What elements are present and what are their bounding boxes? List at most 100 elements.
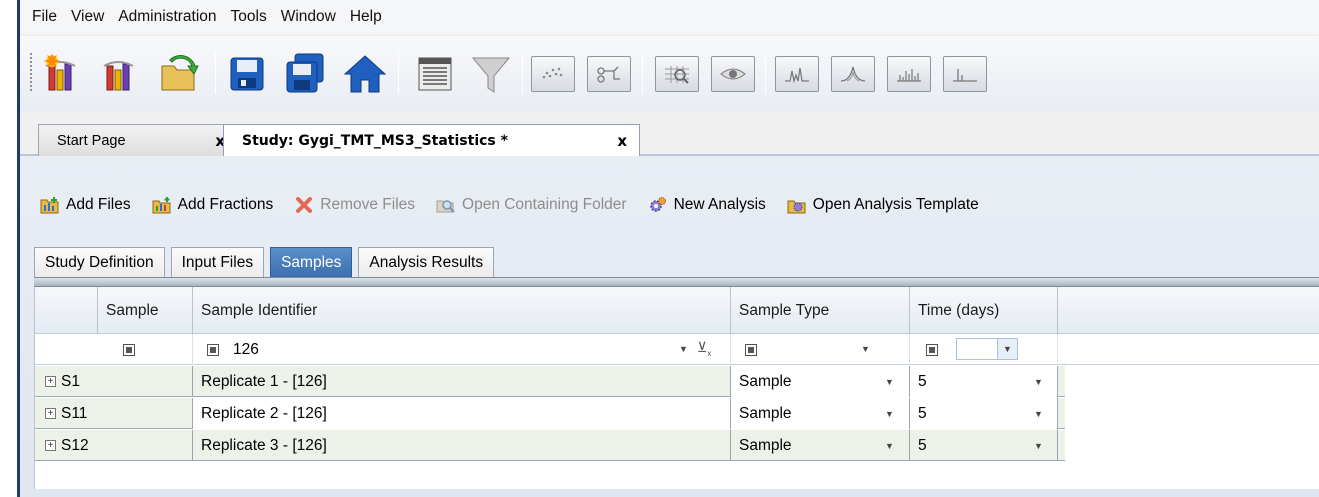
open-study-icon: [103, 61, 134, 91]
eye-view-button[interactable]: [708, 50, 758, 98]
open-folder-button[interactable]: [155, 50, 205, 98]
chevron-down-icon[interactable]: ▼: [997, 339, 1017, 359]
menu-administration[interactable]: Administration: [118, 8, 216, 26]
time-filter-input[interactable]: ▼: [956, 338, 1018, 360]
cell-sample-type[interactable]: Sample ▼: [731, 398, 910, 429]
remove-x-icon: [294, 195, 314, 215]
workflow-icon: [587, 56, 631, 92]
chevron-down-icon[interactable]: ▼: [1034, 441, 1043, 451]
cell-time-days[interactable]: 5 ▼: [910, 366, 1058, 397]
cell-time-days[interactable]: 5 ▼: [910, 398, 1058, 429]
toolbar-separator: [398, 52, 399, 94]
home-button[interactable]: [340, 50, 390, 98]
cell-sample-type[interactable]: Sample ▼: [731, 366, 910, 397]
new-study-button[interactable]: [38, 50, 88, 98]
add-fractions-button[interactable]: Add Fractions: [152, 195, 273, 215]
filter-operator-icon[interactable]: [207, 343, 219, 356]
save-icon: [230, 57, 264, 91]
histogram-button[interactable]: [884, 50, 934, 98]
table-view-icon: [418, 57, 452, 91]
scatter-plot-button[interactable]: [528, 50, 578, 98]
cell-sample-type[interactable]: Sample ▼: [731, 430, 910, 461]
chevron-down-icon[interactable]: ▼: [885, 441, 894, 451]
chevron-down-icon[interactable]: ▼: [679, 344, 688, 354]
eye-view-icon: [711, 56, 755, 92]
chevron-down-icon[interactable]: ▼: [1034, 377, 1043, 387]
filter-operator-icon[interactable]: [745, 343, 757, 356]
close-icon[interactable]: x: [617, 132, 627, 150]
open-analysis-template-button[interactable]: Open Analysis Template: [787, 195, 979, 215]
cell-sample-identifier[interactable]: Replicate 2 - [126]: [193, 398, 731, 429]
document-tab-strip: Start Page x Study: Gygi_TMT_MS3_Statist…: [20, 120, 1319, 156]
menu-file[interactable]: File: [32, 8, 57, 26]
menu-tools[interactable]: Tools: [231, 8, 267, 26]
filter-operator-icon[interactable]: [123, 343, 135, 356]
workflow-button[interactable]: [584, 50, 634, 98]
save-all-button[interactable]: [280, 50, 330, 98]
table-row[interactable]: + S1 Replicate 1 - [126] Sample ▼ 5 ▼: [35, 366, 1065, 397]
sample-type-value: Sample: [739, 436, 792, 454]
cell-sample: S12: [61, 430, 193, 461]
zoom-view-button[interactable]: [652, 50, 702, 98]
filter-button[interactable]: [466, 50, 516, 98]
column-header-sample-identifier[interactable]: Sample Identifier: [193, 287, 731, 334]
panel-splitter[interactable]: [34, 277, 1319, 287]
table-view-button[interactable]: [410, 50, 460, 98]
open-containing-folder-label: Open Containing Folder: [462, 196, 627, 213]
tab-analysis-results[interactable]: Analysis Results: [358, 247, 495, 277]
expand-icon[interactable]: +: [45, 376, 56, 387]
remove-files-button[interactable]: Remove Files: [294, 195, 415, 215]
tab-samples[interactable]: Samples: [270, 247, 353, 277]
tab-study[interactable]: Study: Gygi_TMT_MS3_Statistics * x: [223, 124, 640, 156]
open-containing-folder-button[interactable]: Open Containing Folder: [436, 195, 627, 215]
tab-start-page[interactable]: Start Page x: [38, 124, 238, 156]
add-files-button[interactable]: Add Files: [40, 195, 131, 215]
open-study-button[interactable]: [96, 50, 146, 98]
menu-window[interactable]: Window: [281, 8, 336, 26]
study-subtabs: Study Definition Input Files Samples Ana…: [34, 247, 500, 277]
cell-time-days[interactable]: 5 ▼: [910, 430, 1058, 461]
expand-icon[interactable]: +: [45, 440, 56, 451]
save-button[interactable]: [222, 50, 272, 98]
time-value: 5: [918, 404, 927, 422]
peak-button[interactable]: [828, 50, 878, 98]
menu-view[interactable]: View: [71, 8, 104, 26]
cell-sample-identifier[interactable]: Replicate 3 - [126]: [193, 430, 731, 461]
cell-sample-identifier[interactable]: Replicate 1 - [126]: [193, 366, 731, 397]
filter-cell-time-days[interactable]: ▼: [910, 334, 1058, 365]
chevron-down-icon[interactable]: ▼: [885, 377, 894, 387]
toolbar-grip[interactable]: [29, 52, 33, 92]
template-folder-icon: [787, 195, 807, 215]
filter-cell-sample[interactable]: [97, 334, 193, 365]
table-row[interactable]: + S12 Replicate 3 - [126] Sample ▼ 5 ▼: [35, 430, 1065, 461]
chevron-down-icon[interactable]: ▼: [861, 344, 870, 354]
open-folder-icon: [161, 55, 199, 91]
spectrum-button[interactable]: [772, 50, 822, 98]
table-row[interactable]: + S11 Replicate 2 - [126] Sample ▼ 5 ▼: [35, 398, 1065, 429]
clear-filter-icon[interactable]: ⊻x: [697, 339, 711, 358]
chevron-down-icon[interactable]: ▼: [885, 409, 894, 419]
menu-help[interactable]: Help: [350, 8, 382, 26]
new-analysis-button[interactable]: New Analysis: [648, 195, 766, 215]
grid-filter-row: 126 ▼ ⊻x ▼ ▼: [35, 334, 1319, 365]
folder-search-icon: [436, 195, 456, 215]
expand-icon[interactable]: +: [45, 408, 56, 419]
time-value: 5: [918, 436, 927, 454]
tab-study-definition[interactable]: Study Definition: [34, 247, 165, 277]
filter-cell-sample-type[interactable]: ▼: [731, 334, 910, 365]
column-header-sample[interactable]: Sample: [97, 287, 193, 334]
tab-input-files[interactable]: Input Files: [170, 247, 265, 277]
toolbar-separator: [215, 52, 216, 94]
filter-cell-sample-identifier[interactable]: 126 ▼ ⊻x: [193, 334, 731, 365]
toolbar-separator: [642, 52, 643, 94]
chevron-down-icon[interactable]: ▼: [1034, 409, 1043, 419]
study-content: Add Files Add Fractions Remove Files Ope…: [20, 156, 1319, 497]
cell-sample: S1: [61, 366, 193, 397]
bar-plot-button[interactable]: [940, 50, 990, 98]
filter-operator-icon[interactable]: [926, 343, 938, 356]
remove-files-label: Remove Files: [320, 196, 416, 213]
column-header-time-days[interactable]: Time (days): [910, 287, 1058, 334]
filter-identifier-value[interactable]: 126: [233, 341, 259, 359]
bar-plot-icon: [943, 56, 987, 92]
column-header-sample-type[interactable]: Sample Type: [731, 287, 910, 334]
